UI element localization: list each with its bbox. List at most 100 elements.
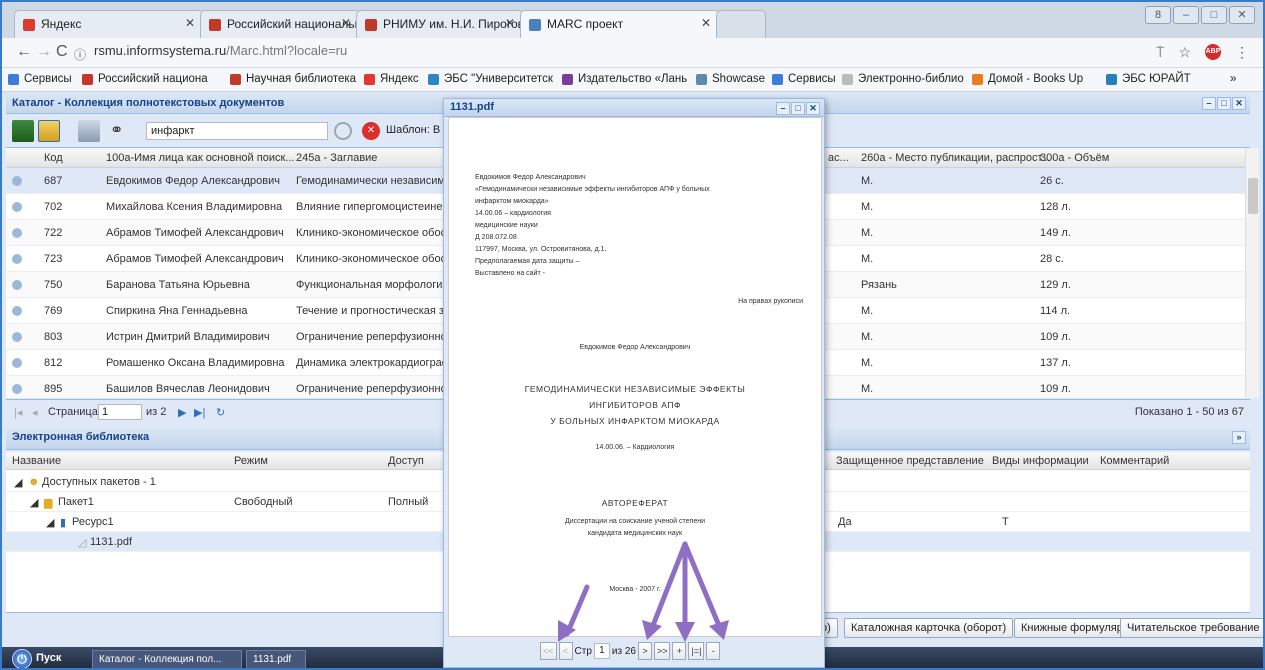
collapse-icon[interactable]: » [1232, 431, 1246, 444]
column-header[interactable]: Доступ [388, 455, 424, 467]
start-button[interactable]: ⏻ Пуск [8, 649, 67, 668]
apps-icon [772, 74, 783, 85]
first-page-button[interactable]: << [540, 642, 557, 660]
cell-place: М. [861, 305, 874, 317]
close-icon[interactable]: ✕ [505, 16, 515, 30]
record-icon [12, 228, 22, 238]
close-window-icon[interactable]: ✕ [1229, 6, 1255, 24]
last-page-icon[interactable]: ▶| [194, 406, 205, 419]
extension-icon[interactable]: ⍑ [1156, 44, 1164, 61]
card-back-button[interactable]: Каталожная карточка (оборот) [844, 618, 1014, 638]
column-header[interactable]: ас... [828, 152, 849, 164]
maximize-icon[interactable]: □ [1217, 97, 1231, 110]
tab-marc[interactable]: MARC проект ✕ [520, 10, 720, 38]
page-line: «Гемодинамически независимые эффекты инг… [475, 186, 710, 193]
expand-icon[interactable]: ◢ [30, 496, 38, 509]
expand-icon[interactable]: ◢ [14, 476, 22, 489]
bookmark-item[interactable]: Электронно-библио [842, 73, 964, 85]
bookmark-item[interactable]: Яндекс [364, 73, 419, 85]
bookmark-item[interactable]: Научная библиотека [230, 73, 356, 85]
search-icon[interactable] [334, 122, 352, 140]
column-header[interactable]: Название [12, 455, 61, 467]
close-icon[interactable]: ✕ [701, 16, 711, 30]
forward-icon[interactable]: → [36, 43, 52, 61]
column-header[interactable]: Код [44, 152, 63, 164]
user-icon[interactable]: 8 [1145, 6, 1171, 24]
bookmark-item[interactable]: Домой - Books Up [972, 73, 1083, 85]
back-icon[interactable]: ← [16, 43, 32, 61]
search-input[interactable]: инфаркт [146, 122, 328, 140]
close-icon[interactable]: ✕ [341, 16, 351, 30]
cell-volume: 149 л. [1040, 227, 1071, 239]
browser-tab-bar: Яндекс ✕ Российский национальный ✕ РНИМУ… [2, 2, 1263, 38]
tab-yandex[interactable]: Яндекс ✕ [14, 10, 204, 38]
record-icon [12, 176, 22, 186]
maximize-icon[interactable]: □ [791, 102, 805, 115]
record-icon [12, 280, 22, 290]
zoom-in-button[interactable]: + [672, 642, 687, 660]
scroll-thumb[interactable] [1248, 178, 1258, 214]
minimize-icon[interactable]: – [1173, 6, 1199, 24]
page-count: из 26 [611, 645, 636, 657]
maximize-icon[interactable]: □ [1201, 6, 1227, 24]
bookmark-label: Издательство «Лань [578, 73, 688, 85]
prev-page-icon[interactable]: ◂ [32, 406, 38, 419]
refresh-icon[interactable]: ↻ [216, 406, 225, 419]
bookmark-item[interactable]: ЭБС ЮРАЙТ [1106, 73, 1191, 85]
pdf-window-header: 1131.pdf – □ ✕ [444, 99, 824, 117]
column-header[interactable]: Виды информации [992, 455, 1089, 467]
page-input[interactable]: 1 [593, 643, 610, 659]
bookmark-item[interactable]: Издательство «Лань [562, 73, 687, 85]
minimize-icon[interactable]: – [776, 102, 790, 115]
minimize-icon[interactable]: – [1202, 97, 1216, 110]
column-header[interactable]: 245a - Заглавие [296, 152, 377, 164]
tree-label: 1131.pdf [90, 536, 133, 548]
column-header[interactable]: Защищенное представление [836, 455, 984, 467]
column-header[interactable]: 260a - Место публикации, распрост... [861, 152, 1050, 164]
clear-icon[interactable]: ✕ [362, 122, 380, 140]
close-icon[interactable]: ✕ [1232, 97, 1246, 110]
bookmark-item[interactable]: Сервисы [772, 73, 836, 85]
cell-code: 895 [44, 383, 63, 395]
list-icon[interactable] [78, 120, 100, 142]
publisher-icon [562, 74, 573, 85]
column-header[interactable]: 100a-Имя лица как основной поиск... [106, 152, 294, 164]
expand-icon[interactable]: ◢ [46, 516, 54, 529]
prev-page-button[interactable]: < [558, 642, 573, 660]
column-header[interactable]: 300a - Объём [1040, 152, 1109, 164]
tab-rnimu[interactable]: РНИМУ им. Н.И. Пирогова ✕ [356, 10, 524, 38]
book-icon[interactable] [12, 120, 34, 142]
adblock-icon[interactable]: ABP [1205, 44, 1221, 60]
bookmark-item[interactable]: ЭБС "Университетск [428, 73, 553, 85]
next-page-icon[interactable]: ▶ [178, 406, 186, 419]
grid-scrollbar[interactable] [1245, 148, 1259, 398]
more-bookmarks-icon[interactable]: » [1230, 73, 1236, 85]
zoom-out-button[interactable]: - [706, 642, 721, 660]
bookmark-item[interactable]: Сервисы [8, 73, 72, 85]
last-page-button[interactable]: >> [653, 642, 671, 660]
close-icon[interactable]: ✕ [806, 102, 820, 115]
reader-request-button[interactable]: Читательское требование [1120, 618, 1263, 638]
fit-width-button[interactable]: |=| [688, 642, 705, 660]
task-pdf[interactable]: 1131.pdf [246, 650, 306, 668]
bookmark-item[interactable]: Showcase [696, 73, 765, 85]
address-field[interactable]: rsmu.informsystema.ru/Marc.html?locale=r… [94, 43, 347, 58]
first-page-icon[interactable]: |◂ [14, 406, 22, 419]
reload-icon[interactable]: C [56, 43, 68, 61]
column-header[interactable]: Комментарий [1100, 455, 1169, 467]
cell-place: М. [861, 331, 874, 343]
template-label[interactable]: Шаблон: В [386, 124, 440, 136]
next-page-button[interactable]: > [637, 642, 652, 660]
bookmark-item[interactable]: Российский национа [82, 73, 208, 85]
tab-national-library[interactable]: Российский национальный ✕ [200, 10, 360, 38]
new-tab-button[interactable] [716, 10, 766, 38]
menu-icon[interactable]: ⋮ [1235, 44, 1249, 61]
task-catalog[interactable]: Каталог - Коллекция пол... [92, 650, 242, 668]
binoculars-icon[interactable]: ⚭ [110, 120, 132, 142]
close-icon[interactable]: ✕ [185, 16, 195, 30]
column-header[interactable]: Режим [234, 455, 268, 467]
page-input[interactable]: 1 [98, 404, 142, 420]
record-icon [12, 254, 22, 264]
bookmark-star-icon[interactable]: ☆ [1178, 44, 1191, 61]
edit-record-icon[interactable] [38, 120, 60, 142]
